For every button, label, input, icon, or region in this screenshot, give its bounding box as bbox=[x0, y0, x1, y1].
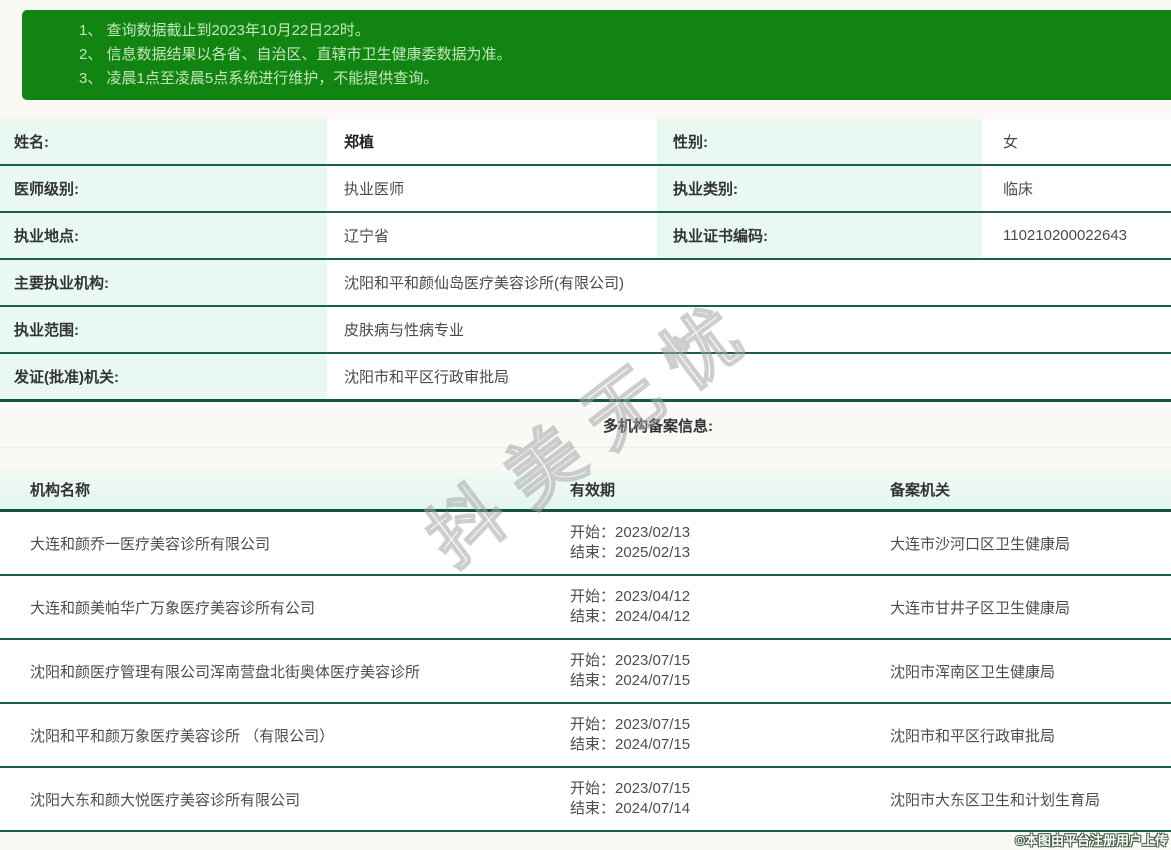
org-name: 大连和颜美帕华广万象医疗美容诊所有公司 bbox=[0, 597, 540, 618]
main-org-value: 沈阳和平和颜仙岛医疗美容诊所(有限公司) bbox=[330, 260, 1171, 305]
profile-row-issuer: 发证(批准)机关: 沈阳市和平区行政审批局 bbox=[0, 354, 1171, 402]
profile-row-level-category: 医师级别: 执业医师 执业类别: 临床 bbox=[0, 166, 1171, 213]
notice-line-1: 1、 查询数据截止到2023年10月22日22时。 bbox=[79, 19, 1161, 43]
validity-start: 开始：2023/02/13 bbox=[570, 523, 860, 543]
name-label: 姓名: bbox=[0, 119, 330, 164]
validity-end: 结束：2025/02/13 bbox=[570, 543, 860, 563]
org-validity: 开始：2023/04/12 结束：2024/04/12 bbox=[540, 587, 860, 627]
validity-start: 开始：2023/07/15 bbox=[570, 779, 860, 799]
org-authority: 大连市沙河口区卫生健康局 bbox=[860, 533, 1171, 554]
scope-value: 皮肤病与性病专业 bbox=[330, 307, 1171, 352]
org-validity: 开始：2023/07/15 结束：2024/07/14 bbox=[540, 779, 860, 819]
org-name: 沈阳大东和颜大悦医疗美容诊所有限公司 bbox=[0, 789, 540, 810]
profile-row-main-org: 主要执业机构: 沈阳和平和颜仙岛医疗美容诊所(有限公司) bbox=[0, 260, 1171, 307]
profile-row-scope: 执业范围: 皮肤病与性病专业 bbox=[0, 307, 1171, 354]
notice-line-3: 3、 凌晨1点至凌晨5点系统进行维护，不能提供查询。 bbox=[79, 67, 1161, 91]
validity-start: 开始：2023/07/15 bbox=[570, 715, 860, 735]
org-table-row: 沈阳大东和颜大悦医疗美容诊所有限公司 开始：2023/07/15 结束：2024… bbox=[0, 768, 1171, 832]
validity-end: 结束：2024/07/15 bbox=[570, 671, 860, 691]
category-value: 临床 bbox=[985, 166, 1171, 211]
cert-no-label: 执业证书编码: bbox=[655, 213, 985, 258]
section-divider bbox=[0, 447, 1171, 448]
org-name: 沈阳和平和颜万象医疗美容诊所 （有限公司） bbox=[0, 725, 540, 746]
header-validity: 有效期 bbox=[540, 479, 860, 500]
cert-no-value: 110210200022643 bbox=[985, 213, 1171, 258]
org-table-row: 大连和颜美帕华广万象医疗美容诊所有公司 开始：2023/04/12 结束：202… bbox=[0, 576, 1171, 640]
org-table-header: 机构名称 有效期 备案机关 bbox=[0, 469, 1171, 512]
org-name: 大连和颜乔一医疗美容诊所有限公司 bbox=[0, 533, 540, 554]
notice-banner: 1、 查询数据截止到2023年10月22日22时。 2、 信息数据结果以各省、自… bbox=[22, 10, 1171, 100]
org-authority: 大连市甘井子区卫生健康局 bbox=[860, 597, 1171, 618]
name-value: 郑植 bbox=[330, 119, 655, 164]
org-validity: 开始：2023/07/15 结束：2024/07/15 bbox=[540, 651, 860, 691]
profile-row-name-gender: 姓名: 郑植 性别: 女 bbox=[0, 119, 1171, 166]
header-org-name: 机构名称 bbox=[0, 479, 540, 500]
org-table-row: 沈阳和颜医疗管理有限公司浑南营盘北街奥体医疗美容诊所 开始：2023/07/15… bbox=[0, 640, 1171, 704]
location-label: 执业地点: bbox=[0, 213, 330, 258]
issuer-value: 沈阳市和平区行政审批局 bbox=[330, 354, 1171, 399]
gender-value: 女 bbox=[985, 119, 1171, 164]
section-title-multi-org: 多机构备案信息: bbox=[0, 415, 1171, 436]
org-table-row: 沈阳和平和颜万象医疗美容诊所 （有限公司） 开始：2023/07/15 结束：2… bbox=[0, 704, 1171, 768]
level-value: 执业医师 bbox=[330, 166, 655, 211]
doctor-profile-table: 姓名: 郑植 性别: 女 医师级别: 执业医师 执业类别: 临床 执业地点: 辽… bbox=[0, 119, 1171, 402]
org-table-row: 大连和颜乔一医疗美容诊所有限公司 开始：2023/02/13 结束：2025/0… bbox=[0, 512, 1171, 576]
org-authority: 沈阳市大东区卫生和计划生育局 bbox=[860, 789, 1171, 810]
org-validity: 开始：2023/02/13 结束：2025/02/13 bbox=[540, 523, 860, 563]
validity-start: 开始：2023/04/12 bbox=[570, 587, 860, 607]
issuer-label: 发证(批准)机关: bbox=[0, 354, 330, 399]
scope-label: 执业范围: bbox=[0, 307, 330, 352]
validity-end: 结束：2024/04/12 bbox=[570, 607, 860, 627]
org-name: 沈阳和颜医疗管理有限公司浑南营盘北街奥体医疗美容诊所 bbox=[0, 661, 540, 682]
gender-label: 性别: bbox=[655, 119, 985, 164]
category-label: 执业类别: bbox=[655, 166, 985, 211]
validity-end: 结束：2024/07/15 bbox=[570, 735, 860, 755]
main-org-label: 主要执业机构: bbox=[0, 260, 330, 305]
location-value: 辽宁省 bbox=[330, 213, 655, 258]
notice-line-2: 2、 信息数据结果以各省、自治区、直辖市卫生健康委数据为准。 bbox=[79, 43, 1161, 67]
org-authority: 沈阳市和平区行政审批局 bbox=[860, 725, 1171, 746]
org-authority: 沈阳市浑南区卫生健康局 bbox=[860, 661, 1171, 682]
validity-end: 结束：2024/07/14 bbox=[570, 799, 860, 819]
validity-start: 开始：2023/07/15 bbox=[570, 651, 860, 671]
profile-row-location-cert: 执业地点: 辽宁省 执业证书编码: 110210200022643 bbox=[0, 213, 1171, 260]
multi-org-table: 机构名称 有效期 备案机关 大连和颜乔一医疗美容诊所有限公司 开始：2023/0… bbox=[0, 469, 1171, 832]
header-authority: 备案机关 bbox=[860, 479, 1171, 500]
level-label: 医师级别: bbox=[0, 166, 330, 211]
org-validity: 开始：2023/07/15 结束：2024/07/15 bbox=[540, 715, 860, 755]
